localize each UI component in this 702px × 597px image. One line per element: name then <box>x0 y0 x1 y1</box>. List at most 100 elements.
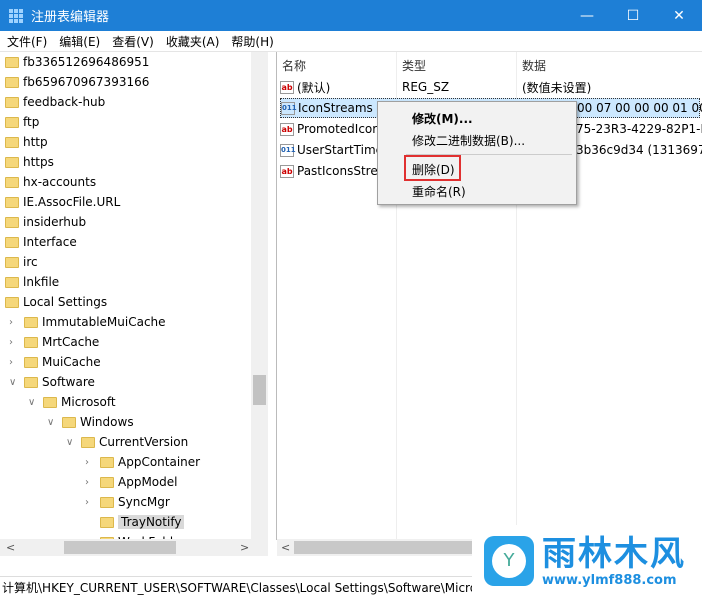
tree-item[interactable]: ∨ Windows <box>47 412 134 432</box>
tree-item[interactable]: https <box>5 152 54 172</box>
menu-file[interactable]: 文件(F) <box>7 33 47 50</box>
expand-chevron-icon[interactable]: › <box>85 457 89 468</box>
tree-item[interactable]: lnkfile <box>5 272 59 292</box>
window-title: 注册表编辑器 <box>31 10 110 25</box>
tree-item-label: AppContainer <box>118 455 201 469</box>
tree-item[interactable]: › ImmutableMuiCache <box>9 312 166 332</box>
string-value-icon: ab <box>280 122 294 136</box>
tree-item[interactable]: Local Settings <box>5 292 107 312</box>
tree-item[interactable]: Interface <box>5 232 77 252</box>
folder-icon <box>62 416 76 428</box>
value-data: 3b36c9d34 (1313697 <box>576 143 702 157</box>
menu-help[interactable]: 帮助(H) <box>231 33 273 50</box>
tree-item[interactable]: › SyncMgr <box>85 492 170 512</box>
tree-item-label: MuiCache <box>42 355 101 369</box>
menu-item-rename[interactable]: 重命名(R) <box>412 183 466 200</box>
collapse-chevron-icon[interactable]: ∨ <box>47 417 54 428</box>
tree-item[interactable]: TrayNotify <box>100 512 185 532</box>
expand-chevron-icon[interactable]: › <box>9 317 13 328</box>
string-value-icon: ab <box>280 164 294 178</box>
menu-edit[interactable]: 编辑(E) <box>59 33 100 50</box>
tree-item[interactable]: › MrtCache <box>9 332 99 352</box>
tree-item-label: Windows <box>80 415 134 429</box>
tree-item[interactable]: insiderhub <box>5 212 86 232</box>
value-row[interactable]: ab (默认) REG_SZ (数值未设置) <box>280 77 591 97</box>
menu-item-modify-binary[interactable]: 修改二进制数据(B)... <box>412 132 525 149</box>
folder-icon <box>5 136 19 148</box>
binary-value-icon: 011 <box>281 101 297 115</box>
collapse-chevron-icon[interactable]: ∨ <box>9 377 16 388</box>
tree-item[interactable]: › MuiCache <box>9 352 101 372</box>
title-bar: 注册表编辑器 — ☐ ✕ <box>0 0 702 31</box>
folder-icon <box>5 236 19 248</box>
menu-view[interactable]: 查看(V) <box>112 33 154 50</box>
regedit-icon <box>9 8 23 23</box>
folder-icon <box>5 276 19 288</box>
folder-icon <box>5 176 19 188</box>
tree-item-label: fb659670967393166 <box>23 75 150 89</box>
folder-icon <box>5 156 19 168</box>
folder-icon <box>5 56 19 68</box>
tree-vertical-scrollbar[interactable] <box>251 52 268 540</box>
tree-item[interactable]: fb659670967393166 <box>5 72 149 92</box>
folder-icon <box>24 376 38 388</box>
tree-item-label: ImmutableMuiCache <box>42 315 166 329</box>
tree-item-label: AppModel <box>118 475 178 489</box>
expand-chevron-icon[interactable]: › <box>9 337 13 348</box>
folder-icon <box>100 496 114 508</box>
scroll-left-arrow-icon[interactable]: < <box>6 541 15 554</box>
tree-item[interactable]: ∨ Software <box>9 372 95 392</box>
tree-item-label: IE.AssocFile.URL <box>23 195 121 209</box>
tree-item-label: lnkfile <box>23 275 60 289</box>
tree-item[interactable]: ∨ CurrentVersion <box>66 432 189 452</box>
context-menu: 修改(M)... 修改二进制数据(B)... 删除(D) 重命名(R) <box>377 101 577 205</box>
values-hscroll-thumb[interactable] <box>294 541 474 554</box>
tree-item[interactable]: ∨ Microsoft <box>28 392 116 412</box>
column-name-header[interactable]: 名称 <box>282 57 306 74</box>
watermark-logo-icon: Y <box>484 536 534 586</box>
folder-icon <box>5 96 19 108</box>
menu-item-modify[interactable]: 修改(M)... <box>412 110 473 127</box>
tree-item[interactable]: http <box>5 132 48 152</box>
tree-item[interactable]: feedback-hub <box>5 92 105 112</box>
watermark-url: www.ylmf888.com <box>542 572 677 588</box>
highlight-box <box>404 155 461 181</box>
column-data-header[interactable]: 数据 <box>522 57 546 74</box>
tree-item-label: insiderhub <box>23 215 87 229</box>
registry-tree: fb336512696486951 fb659670967393166 feedba… <box>0 52 268 556</box>
tree-item[interactable]: IE.AssocFile.URL <box>5 192 120 212</box>
tree-item[interactable]: irc <box>5 252 38 272</box>
tree-item-label: TrayNotify <box>118 515 185 529</box>
tree-item-label: irc <box>23 255 38 269</box>
column-type-header[interactable]: 类型 <box>402 57 426 74</box>
minimize-button[interactable]: — <box>564 0 610 31</box>
scroll-right-arrow-icon[interactable]: > <box>240 541 249 554</box>
close-button[interactable]: ✕ <box>656 0 702 31</box>
folder-icon <box>5 196 19 208</box>
tree-item-label: ftp <box>23 115 40 129</box>
tree-item[interactable]: › AppContainer <box>85 452 201 472</box>
tree-item-label: feedback-hub <box>23 95 106 109</box>
tree-item-label: https <box>23 155 54 169</box>
tree-hscroll-thumb[interactable] <box>64 541 176 554</box>
tree-item[interactable]: fb336512696486951 <box>5 52 149 72</box>
folder-icon <box>5 76 19 88</box>
tree-item-label: Interface <box>23 235 77 249</box>
collapse-chevron-icon[interactable]: ∨ <box>28 397 35 408</box>
expand-chevron-icon[interactable]: › <box>85 477 89 488</box>
menu-favorites[interactable]: 收藏夹(A) <box>166 33 220 50</box>
folder-icon <box>24 316 38 328</box>
tree-item-label: CurrentVersion <box>99 435 189 449</box>
folder-icon <box>24 356 38 368</box>
tree-item[interactable]: › AppModel <box>85 472 178 492</box>
folder-icon <box>43 396 57 408</box>
expand-chevron-icon[interactable]: › <box>85 497 89 508</box>
scroll-left-arrow-icon[interactable]: < <box>281 541 290 554</box>
maximize-button[interactable]: ☐ <box>610 0 656 31</box>
tree-item[interactable]: hx-accounts <box>5 172 96 192</box>
expand-chevron-icon[interactable]: › <box>9 357 13 368</box>
tree-scroll-thumb[interactable] <box>253 375 266 405</box>
watermark: Y 雨林木风 www.ylmf888.com <box>472 525 702 597</box>
tree-item[interactable]: ftp <box>5 112 39 132</box>
collapse-chevron-icon[interactable]: ∨ <box>66 437 73 448</box>
